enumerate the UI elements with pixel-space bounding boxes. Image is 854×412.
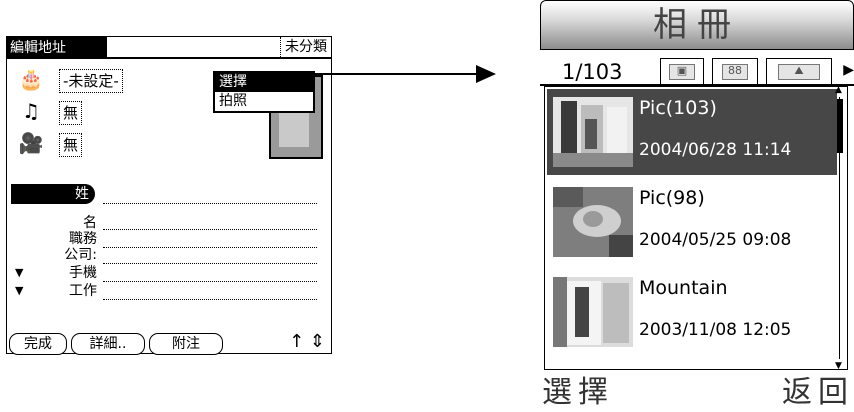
list-item[interactable]: Pic(103) 2004/06/28 11:14 xyxy=(547,89,837,175)
video-icon: 🎥 xyxy=(18,131,44,155)
softkey-select[interactable]: 選擇 xyxy=(542,374,614,412)
arrow-right-icon xyxy=(476,65,496,83)
category-selector[interactable]: 未分類 xyxy=(280,37,331,57)
softkey-back[interactable]: 返回 xyxy=(782,374,854,412)
album-title-bar: 相冊 xyxy=(540,0,854,50)
photo-thumbnail xyxy=(553,187,633,257)
photo-count: 1/103 xyxy=(562,60,623,84)
work-dropdown-icon[interactable]: ▼ xyxy=(15,283,23,299)
people-icon: 88 xyxy=(722,64,748,80)
mountain-icon: ⛰ xyxy=(778,64,820,80)
company-input[interactable] xyxy=(103,263,317,264)
photo-thumbnail xyxy=(553,277,633,347)
photo-popup-menu: 選擇 拍照 xyxy=(213,71,315,113)
scroll-up-icon[interactable]: ▲ xyxy=(835,87,842,95)
photo-list: Pic(103) 2004/06/28 11:14 Pic(98) 2004/0… xyxy=(544,86,848,370)
thumbnail-image xyxy=(553,277,633,347)
photo-thumbnail xyxy=(553,97,633,167)
transition-arrow-line xyxy=(312,73,480,75)
scroll-arrows-icon[interactable]: ↑ ⇕ xyxy=(289,331,325,353)
title-input[interactable] xyxy=(103,247,317,248)
thumbnail-image xyxy=(553,97,633,167)
surname-label: 姓 xyxy=(11,184,95,204)
list-scrollbar[interactable]: ▲ ▼ xyxy=(835,87,845,369)
screen-title: 編輯地址 xyxy=(7,37,107,59)
details-button[interactable]: 詳細.. xyxy=(71,333,145,355)
photo-date: 2004/06/28 11:14 xyxy=(639,140,792,160)
title-bar: 編輯地址 未分類 xyxy=(7,37,331,59)
popup-item-take-photo[interactable]: 拍照 xyxy=(215,92,313,111)
field-label-company: 公司: xyxy=(64,247,97,263)
ringtone-field[interactable]: 無 xyxy=(59,101,83,125)
thumbnail-image xyxy=(553,187,633,257)
list-item[interactable]: Mountain 2003/11/08 12:05 xyxy=(547,269,837,355)
photo-name: Pic(98) xyxy=(639,187,705,209)
photo-date: 2003/11/08 12:05 xyxy=(639,320,792,340)
tab-next-icon[interactable]: ▶ xyxy=(843,62,854,78)
album-title: 相冊 xyxy=(653,5,741,45)
birthday-cake-icon: 🎂 xyxy=(18,67,44,91)
first-name-input[interactable] xyxy=(103,229,317,230)
tab-people[interactable]: 88 xyxy=(712,58,758,84)
popup-item-select[interactable]: 選擇 xyxy=(215,73,313,92)
title-underline xyxy=(107,57,331,59)
edit-address-screen: 編輯地址 未分類 🎂 -未設定- ♫ 無 🎥 無 選擇 拍照 姓 名 職務 公司… xyxy=(6,36,332,355)
video-field[interactable]: 無 xyxy=(59,133,83,157)
mobile-dropdown-icon[interactable]: ▼ xyxy=(15,265,23,281)
album-screen: 相冊 1/103 ▣ 88 ⛰ ▶ Pic(103) 2004/06/28 11… xyxy=(540,0,854,412)
album-icon: ▣ xyxy=(669,64,695,80)
surname-input[interactable] xyxy=(103,203,317,204)
field-label-work: 工作 xyxy=(69,283,97,299)
photo-name: Mountain xyxy=(639,277,728,299)
work-input[interactable] xyxy=(103,299,317,300)
photo-placeholder xyxy=(279,107,309,147)
mobile-input[interactable] xyxy=(103,281,317,282)
scroll-down-icon[interactable]: ▼ xyxy=(835,361,842,369)
birthday-field[interactable]: -未設定- xyxy=(59,69,123,93)
photo-date: 2004/05/25 09:08 xyxy=(639,230,792,250)
field-label-title: 職務 xyxy=(69,231,97,247)
scrollbar-thumb[interactable] xyxy=(837,99,843,153)
ringtone-icon: ♫ xyxy=(22,99,40,123)
tab-album[interactable]: ▣ xyxy=(660,58,704,84)
album-tab-row: 1/103 ▣ 88 ⛰ ▶ xyxy=(540,56,854,86)
tab-mountain[interactable]: ⛰ xyxy=(766,58,832,84)
field-label-first-name: 名 xyxy=(83,215,97,231)
note-button[interactable]: 附注 xyxy=(149,333,223,355)
field-label-mobile: 手機 xyxy=(69,265,97,281)
done-button[interactable]: 完成 xyxy=(9,333,67,355)
list-item[interactable]: Pic(98) 2004/05/25 09:08 xyxy=(547,179,837,265)
photo-name: Pic(103) xyxy=(639,97,717,119)
